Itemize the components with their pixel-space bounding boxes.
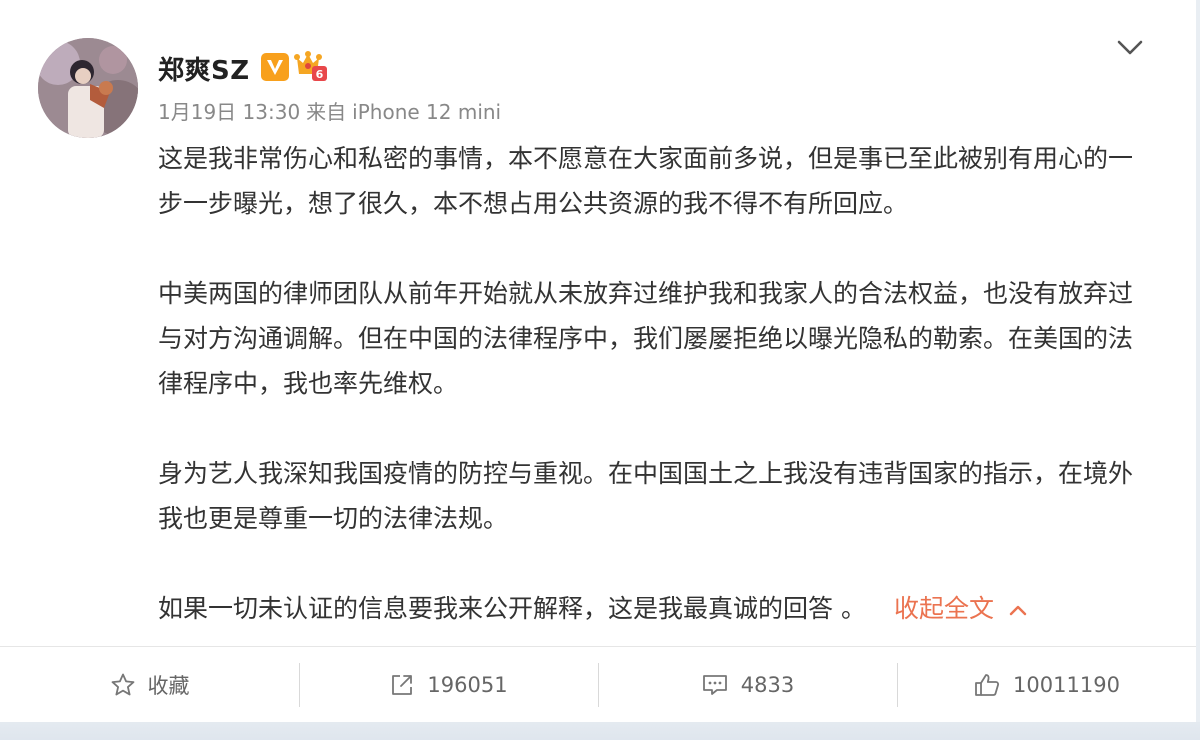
post-paragraph-last: 如果一切未认证的信息要我来公开解释，这是我最真诚的回答 。收起全文	[158, 586, 1138, 631]
repost-button[interactable]: 196051	[299, 662, 598, 707]
post-paragraph: 身为艺人我深知我国疫情的防控与重视。在中国国土之上我没有违背国家的指示，在境外我…	[158, 459, 1134, 533]
author-name[interactable]: 郑爽SZ	[158, 50, 250, 87]
post-source: iPhone 12 mini	[352, 100, 502, 124]
action-bar: 收藏 196051 4833 10011190	[0, 646, 1196, 722]
source-prefix: 来自	[306, 100, 347, 124]
repost-count: 196051	[427, 672, 508, 697]
post-content: 这是我非常伤心和私密的事情，本不愿意在大家面前多说，但是事已至此被别有用心的一步…	[158, 136, 1138, 631]
vip-crown-icon[interactable]: 6	[294, 50, 328, 82]
post-paragraph: 这是我非常伤心和私密的事情，本不愿意在大家面前多说，但是事已至此被别有用心的一步…	[158, 144, 1134, 218]
comment-bubble-icon	[702, 674, 727, 695]
comment-count: 4833	[740, 672, 795, 697]
thumbs-up-icon	[975, 673, 1000, 696]
svg-text:6: 6	[316, 68, 324, 81]
weibo-post-card: 郑爽SZ 6 1月19日 13:30 来自 iPhone 12 mini 这是我非常…	[0, 0, 1196, 722]
collapse-full-text-link[interactable]: 收起全文	[894, 594, 1028, 623]
favorite-label: 收藏	[147, 673, 190, 698]
post-paragraph: 中美两国的律师团队从前年开始就从未放弃过维护我和我家人的合法权益，也没有放弃过与…	[158, 279, 1134, 398]
like-count: 10011190	[1013, 672, 1120, 697]
post-paragraph-text: 如果一切未认证的信息要我来公开解释，这是我最真诚的回答 。	[158, 594, 866, 623]
collapse-label: 收起全文	[893, 594, 994, 623]
share-arrow-icon	[392, 674, 413, 695]
verified-v-icon	[261, 53, 289, 81]
avatar-image	[38, 38, 138, 138]
comment-button[interactable]: 4833	[598, 662, 897, 707]
post-date[interactable]: 1月19日 13:30	[158, 100, 300, 124]
star-icon	[111, 673, 134, 695]
chevron-up-icon	[1009, 605, 1027, 616]
avatar[interactable]	[38, 38, 138, 138]
favorite-button[interactable]: 收藏	[0, 663, 299, 707]
chevron-down-icon[interactable]	[1114, 34, 1146, 60]
post-meta: 1月19日 13:30 来自 iPhone 12 mini	[158, 96, 507, 125]
page-background-strip	[0, 722, 1200, 740]
like-button[interactable]: 10011190	[897, 662, 1196, 707]
